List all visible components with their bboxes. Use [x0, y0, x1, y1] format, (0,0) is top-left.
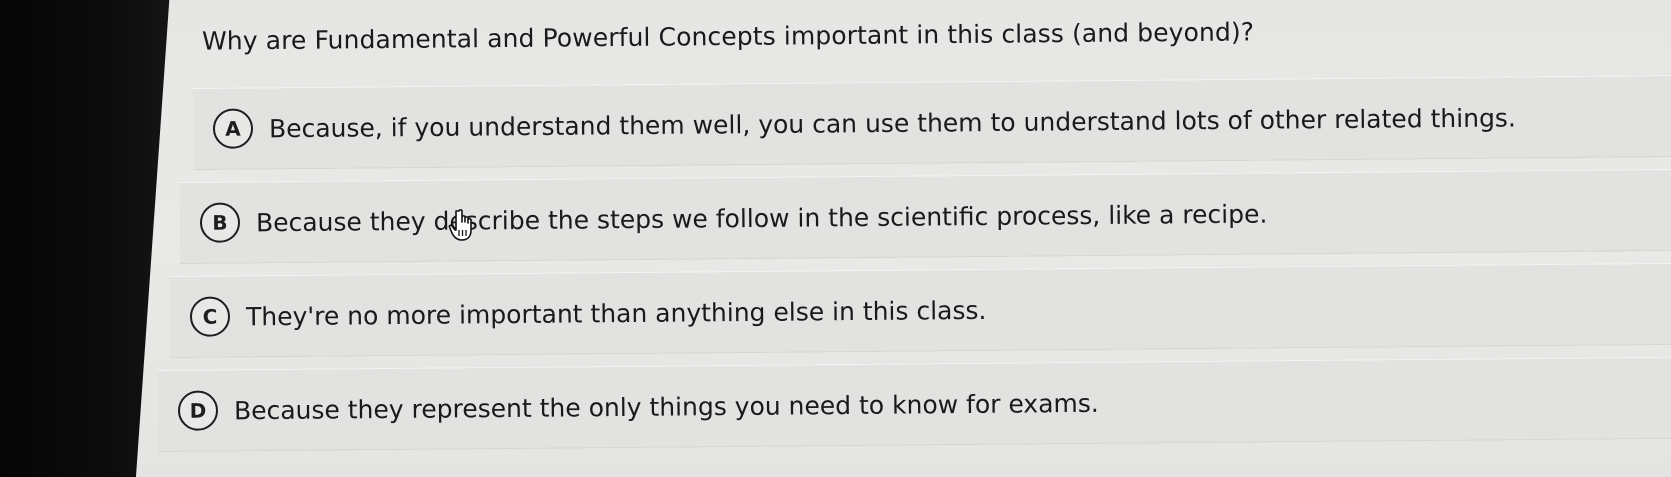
option-letter-badge: B [199, 202, 241, 243]
quiz-panel: Why are Fundamental and Powerful Concept… [0, 0, 1671, 477]
option-letter-badge: D [177, 390, 219, 431]
answer-option-c[interactable]: C They're no more important than anythin… [169, 262, 1671, 358]
answer-option-b[interactable]: B Because they describe the steps we fol… [179, 168, 1671, 264]
option-label: Because, if you understand them well, yo… [268, 102, 1516, 143]
answer-option-a[interactable]: A Because, if you understand them well, … [192, 75, 1671, 170]
question-text: Why are Fundamental and Powerful Concept… [201, 17, 1255, 56]
option-label: Because they describe the steps we follo… [255, 199, 1268, 237]
option-label: Because they represent the only things y… [233, 388, 1099, 425]
answer-option-d[interactable]: D Because they represent the only things… [157, 356, 1671, 452]
option-letter-badge: C [189, 296, 231, 337]
photo-frame: Why are Fundamental and Powerful Concept… [0, 0, 1671, 477]
option-letter-badge: A [212, 108, 254, 149]
option-label: They're no more important than anything … [245, 295, 987, 331]
hand-pointer-icon [448, 209, 472, 241]
